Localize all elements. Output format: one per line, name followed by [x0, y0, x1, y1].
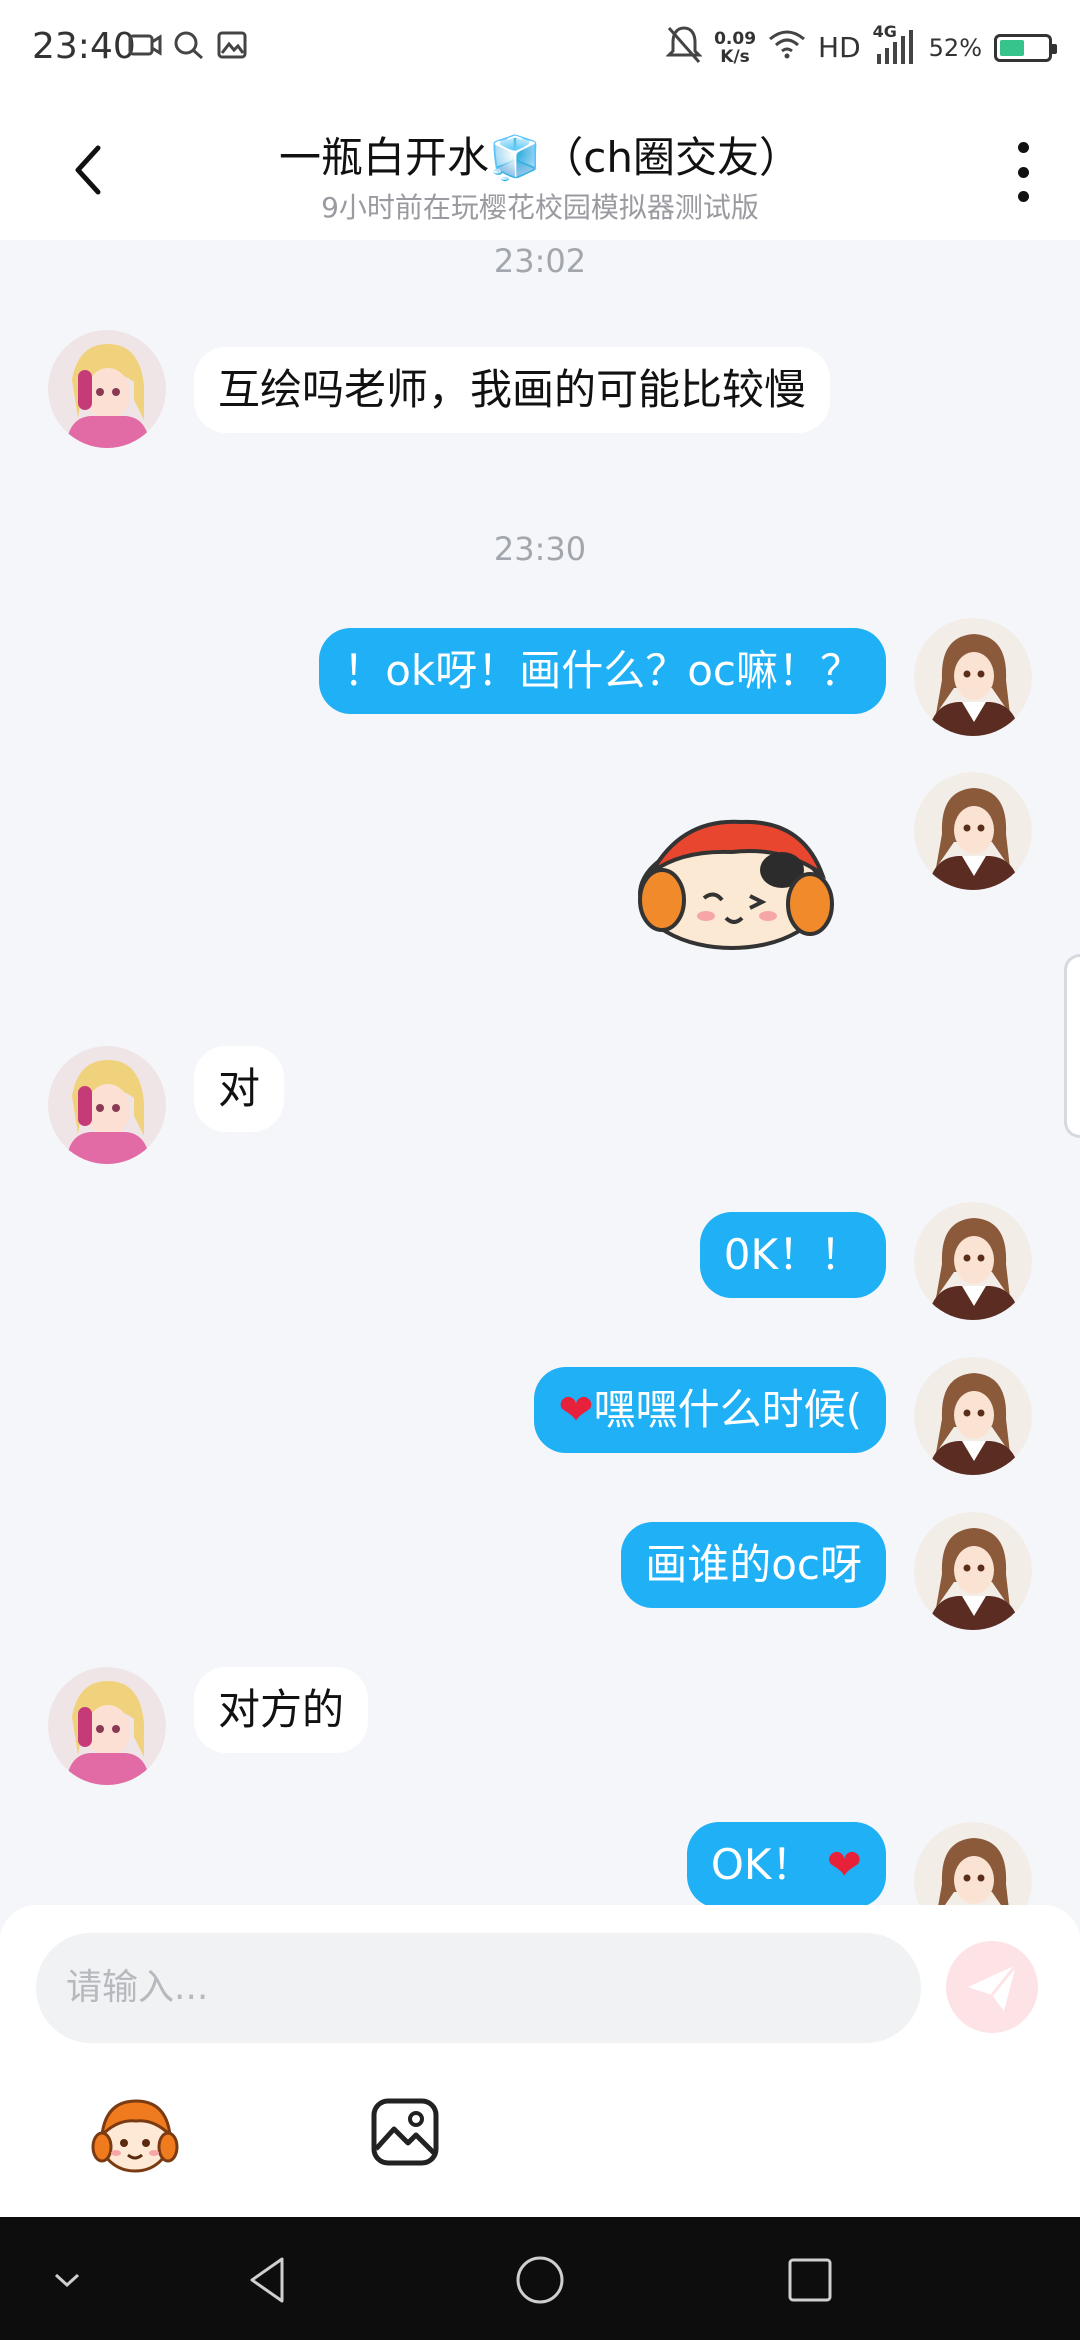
mute-bell-icon [665, 24, 703, 71]
chat-header: 一瓶白开水🧊（ch圈交友） 9小时前在玩樱花校园模拟器测试版 [0, 100, 1080, 240]
chevron-down-icon [54, 2273, 80, 2288]
timestamp: 23:02 [493, 242, 587, 280]
my-avatar[interactable] [914, 1357, 1032, 1475]
nav-collapse-button[interactable] [40, 2253, 94, 2307]
my-avatar[interactable] [914, 1822, 1032, 1905]
net-speed: 0.09 K/s [714, 30, 756, 66]
triangle-back-icon [250, 2257, 284, 2303]
chat-subtitle: 9小时前在玩樱花校园模拟器测试版 [321, 191, 759, 224]
more-dot [1017, 166, 1029, 178]
status-time: 23:40 [32, 26, 136, 67]
chat-title: 一瓶白开水🧊（ch圈交友） [278, 133, 801, 182]
square-recent-icon [788, 2258, 832, 2302]
video-call-icon [128, 30, 162, 60]
message-row: OK！ ❤ [0, 1822, 1080, 1905]
message-text: 嘿嘿什么时候( [593, 1385, 862, 1434]
wifi-icon [768, 29, 806, 66]
message-bubble[interactable]: 对方的 [194, 1667, 369, 1753]
circle-home-icon [516, 2256, 564, 2304]
heart-emoji: ❤ [558, 1385, 594, 1434]
more-dot [1017, 191, 1029, 202]
message-row: ！ok呀！画什么？oc嘛！？ [0, 618, 1080, 738]
net-speed-unit: K/s [720, 46, 750, 67]
nav-home-button[interactable] [513, 2253, 567, 2307]
partner-avatar[interactable] [48, 1667, 166, 1785]
net-speed-value: 0.09 [714, 28, 757, 49]
paper-plane-icon [968, 1964, 1018, 2011]
nav-recent-button[interactable] [783, 2253, 837, 2307]
message-row: 画谁的oc呀 [0, 1512, 1080, 1632]
network-label: HD [818, 31, 861, 64]
side-drawer-handle[interactable] [1064, 954, 1080, 1138]
search-app-icon [172, 30, 206, 60]
message-bubble[interactable]: 0K！！ [699, 1212, 886, 1298]
message-bubble[interactable]: ！ok呀！画什么？oc嘛！？ [319, 628, 886, 714]
partner-avatar[interactable] [48, 330, 166, 448]
message-row [0, 772, 1080, 950]
message-text: OK！ [710, 1840, 814, 1889]
input-panel: 请输入... [0, 1905, 1080, 2217]
more-options-button[interactable] [1008, 142, 1038, 202]
send-button[interactable] [946, 1941, 1038, 2033]
cell-signal-icon: 4G [873, 22, 917, 68]
sticker-button[interactable] [90, 2091, 180, 2181]
battery-fill [1000, 39, 1024, 56]
image-button[interactable] [370, 2097, 440, 2167]
nav-back-button[interactable] [242, 2253, 296, 2307]
more-vertical-icon [1017, 142, 1029, 153]
cell-label: 4G [872, 21, 897, 41]
gallery-icon [216, 30, 250, 60]
message-list[interactable]: 23:02 互绘吗老师，我画的可能比较慢 23:30 ！ok呀！画什么？oc嘛！… [0, 240, 1080, 1905]
my-avatar[interactable] [914, 618, 1032, 736]
heart-emoji: ❤ [826, 1840, 862, 1889]
my-avatar[interactable] [914, 1202, 1032, 1320]
image-icon [371, 2098, 439, 2166]
message-bubble[interactable]: OK！ ❤ [686, 1822, 886, 1905]
partner-avatar[interactable] [48, 1046, 166, 1164]
message-row: 0K！！ [0, 1202, 1080, 1322]
message-row: ❤嘿嘿什么时候( [0, 1357, 1080, 1477]
status-left-icons [128, 30, 250, 60]
message-row: 对 [0, 1046, 1080, 1166]
status-right: 0.09 K/s HD 4G 52% [665, 22, 1057, 71]
sticker-icon [91, 2099, 179, 2173]
my-avatar[interactable] [914, 1512, 1032, 1630]
message-input[interactable]: 请输入... [36, 1933, 921, 2043]
message-row: 互绘吗老师，我画的可能比较慢 [0, 330, 1080, 450]
battery-percent: 52% [928, 33, 982, 62]
status-bar: 23:40 0.09 K/s HD 4G 52% [0, 0, 1080, 100]
message-bubble[interactable]: 对 [194, 1046, 285, 1132]
system-nav-bar [0, 2217, 1080, 2340]
my-avatar[interactable] [914, 772, 1032, 890]
message-bubble[interactable]: 互绘吗老师，我画的可能比较慢 [194, 347, 831, 433]
message-row: 对方的 [0, 1667, 1080, 1787]
message-bubble[interactable]: 画谁的oc呀 [621, 1522, 886, 1608]
sticker-message[interactable] [622, 812, 846, 952]
timestamp: 23:30 [493, 530, 587, 568]
message-bubble[interactable]: ❤嘿嘿什么时候( [534, 1367, 886, 1453]
battery-icon [994, 33, 1057, 62]
